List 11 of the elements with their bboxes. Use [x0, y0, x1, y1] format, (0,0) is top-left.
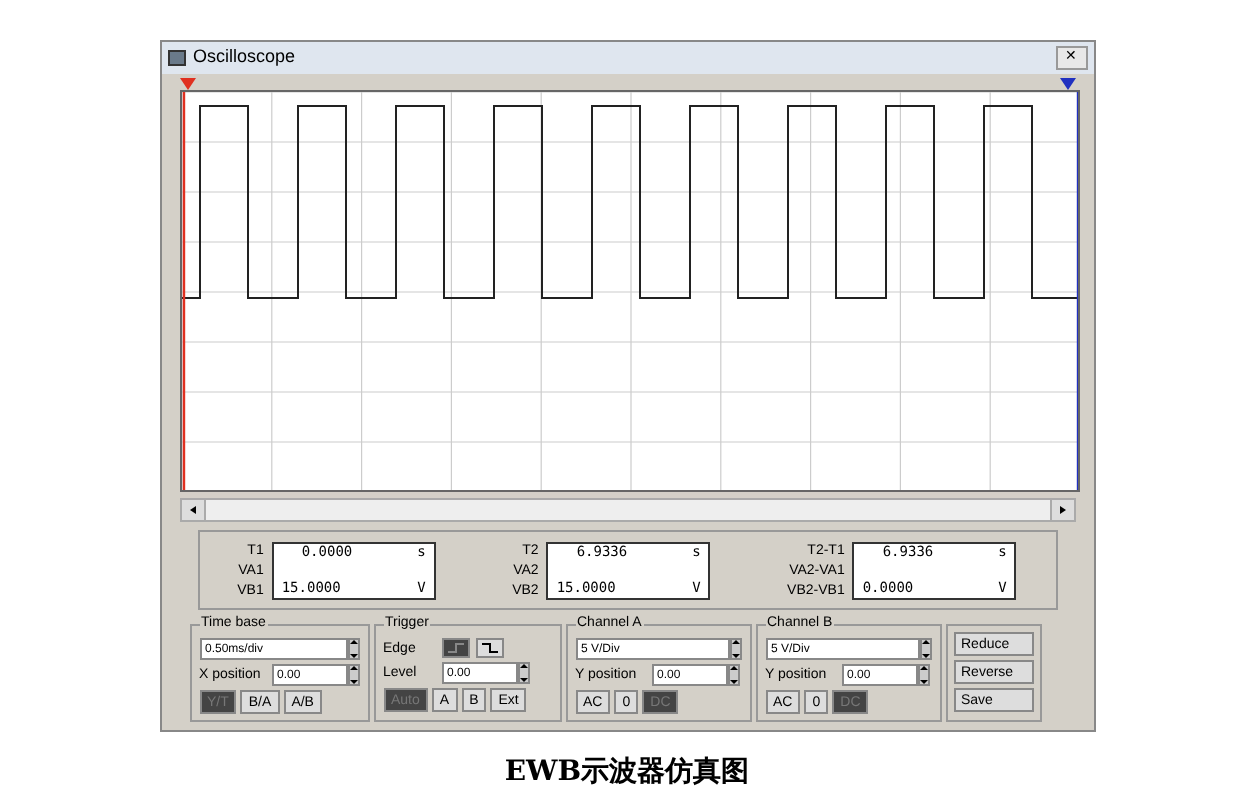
figure-caption: EWB示波器仿真图	[504, 754, 750, 792]
rising-edge-icon	[447, 642, 463, 654]
scroll-left-icon[interactable]	[181, 500, 205, 520]
window-title: Oscilloscope	[193, 44, 298, 71]
app-icon	[167, 50, 185, 66]
scrollbar[interactable]	[179, 498, 1075, 522]
falling-edge-icon	[481, 642, 497, 654]
falling-edge-button[interactable]	[475, 638, 503, 658]
scroll-right-icon[interactable]	[1049, 500, 1073, 520]
cursor-two-line[interactable]	[1075, 92, 1079, 492]
rising-edge-button[interactable]	[441, 638, 469, 658]
